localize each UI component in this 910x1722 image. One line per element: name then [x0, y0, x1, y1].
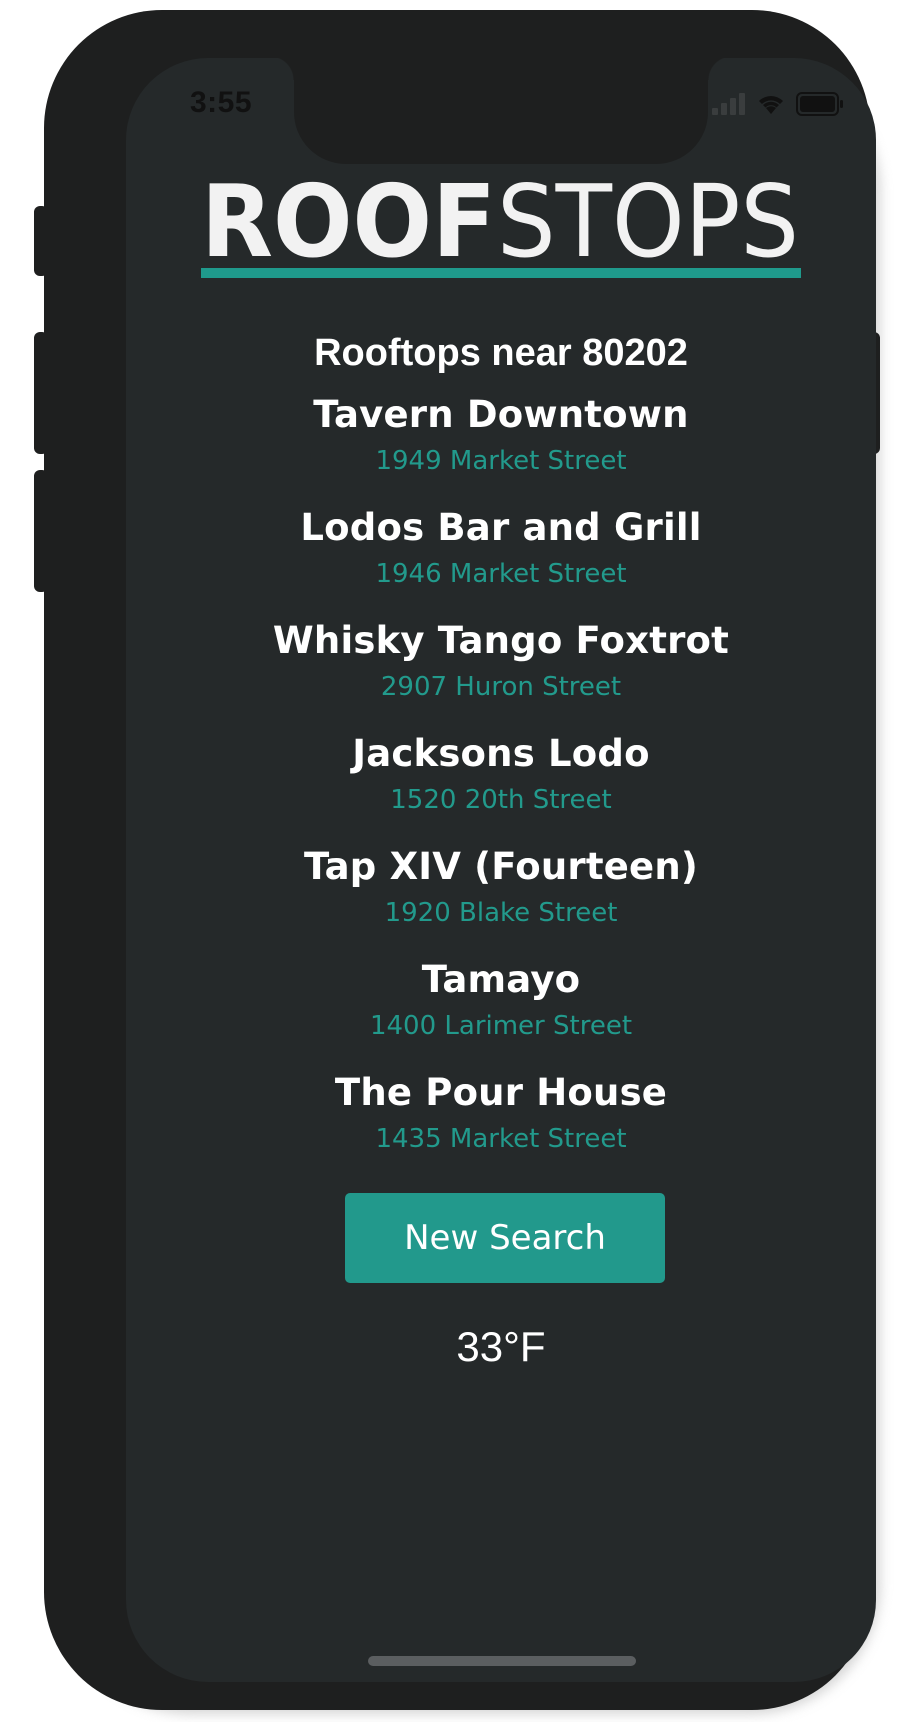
- venue-item[interactable]: The Pour House 1435 Market Street: [126, 1070, 876, 1165]
- page: 3:55 ROOF STOPS Rooftops near 80202 Tave…: [0, 0, 910, 1722]
- results-section: Rooftops near 80202 Tavern Downtown 1949…: [126, 328, 876, 1373]
- app-logo: ROOF STOPS: [126, 172, 876, 282]
- venue-name: Tavern Downtown: [313, 393, 689, 436]
- venue-item[interactable]: Jacksons Lodo 1520 20th Street: [126, 731, 876, 826]
- roofstops-logo: ROOF STOPS: [201, 172, 801, 280]
- status-icons: [712, 92, 844, 116]
- venue-name: Tap XIV (Fourteen): [303, 845, 699, 888]
- venue-item[interactable]: Tavern Downtown 1949 Market Street: [126, 392, 876, 487]
- venue-item[interactable]: Whisky Tango Foxtrot 2907 Huron Street: [126, 618, 876, 713]
- venue-address: 1520 20th Street: [390, 785, 612, 815]
- venue-name: Tamayo: [421, 958, 581, 1001]
- new-search-button[interactable]: New Search: [345, 1193, 665, 1283]
- logo-light-text: STOPS: [497, 172, 799, 280]
- device-notch: [270, 58, 732, 164]
- wifi-icon: [759, 96, 783, 114]
- results-heading: Rooftops near 80202: [314, 332, 688, 374]
- venue-list: Tavern Downtown 1949 Market Street Lodos…: [126, 392, 876, 1165]
- venue-item[interactable]: Tap XIV (Fourteen) 1920 Blake Street: [126, 844, 876, 939]
- venue-name: Whisky Tango Foxtrot: [272, 619, 730, 662]
- phone-frame: 3:55 ROOF STOPS Rooftops near 80202 Tave…: [44, 10, 876, 1710]
- venue-address: 2907 Huron Street: [380, 672, 622, 702]
- battery-icon: [796, 92, 843, 116]
- temperature-readout: 33°F: [456, 1323, 546, 1370]
- venue-item[interactable]: Tamayo 1400 Larimer Street: [126, 957, 876, 1052]
- venue-address: 1435 Market Street: [375, 1124, 627, 1154]
- venue-address: 1920 Blake Street: [384, 898, 618, 928]
- venue-address: 1949 Market Street: [375, 446, 627, 476]
- venue-name: Jacksons Lodo: [352, 732, 650, 775]
- venue-name: The Pour House: [334, 1071, 668, 1114]
- venue-address: 1946 Market Street: [375, 559, 627, 589]
- home-indicator[interactable]: [368, 1656, 636, 1666]
- app-screen: 3:55 ROOF STOPS Rooftops near 80202 Tave…: [126, 58, 876, 1682]
- logo-bold-text: ROOF: [201, 172, 496, 280]
- venue-item[interactable]: Lodos Bar and Grill 1946 Market Street: [126, 505, 876, 600]
- signal-icon: [712, 93, 745, 115]
- status-time: 3:55: [190, 86, 253, 119]
- venue-address: 1400 Larimer Street: [369, 1011, 633, 1041]
- logo-underline: [201, 268, 801, 278]
- venue-name: Lodos Bar and Grill: [300, 506, 702, 549]
